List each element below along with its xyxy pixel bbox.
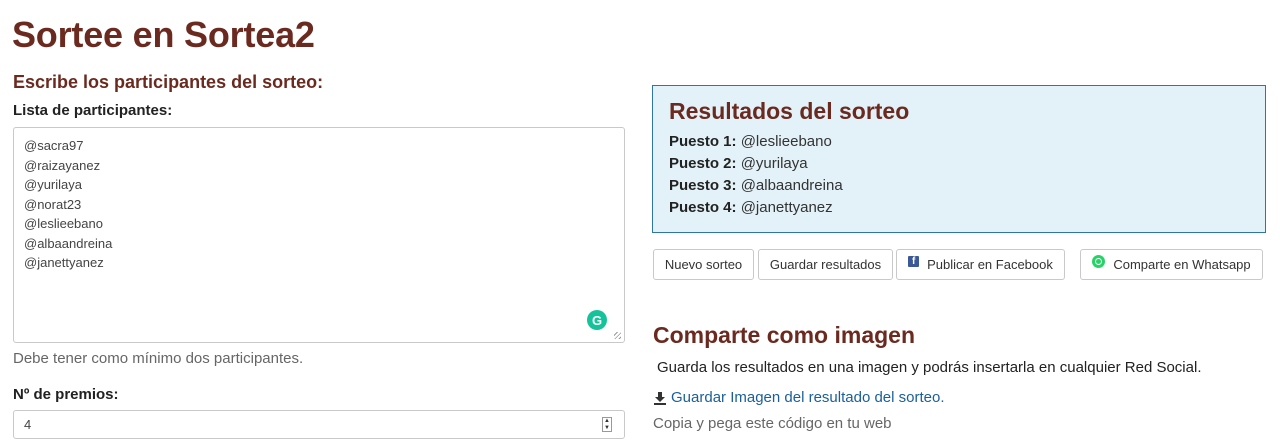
download-icon (654, 391, 666, 405)
result-position: Puesto 4: (669, 199, 737, 216)
facebook-share-label: Publicar en Facebook (927, 257, 1053, 272)
whatsapp-share-label: Comparte en Whatsapp (1113, 257, 1251, 272)
prizes-label: Nº de premios: (13, 386, 119, 403)
prizes-value: 4 (24, 417, 32, 432)
whatsapp-icon (1092, 255, 1106, 268)
participant-line: @norat23 (24, 196, 82, 212)
participant-line: @raizayanez (24, 157, 101, 173)
whatsapp-share-button[interactable]: Comparte en Whatsapp (1080, 249, 1263, 280)
result-row: Puesto 4: @janettyanez (669, 197, 1249, 219)
participants-textarea[interactable]: @sacra97 @raizayanez @yurilaya @norat23 … (13, 127, 625, 343)
results-title: Resultados del sorteo (669, 98, 910, 124)
section-subtitle: Escribe los participantes del sorteo: (13, 72, 324, 92)
result-row: Puesto 2: @yurilaya (669, 153, 1249, 175)
download-image-link[interactable]: Guardar Imagen del resultado del sorteo. (653, 389, 945, 406)
participant-line: @sacra97 (24, 138, 84, 153)
facebook-icon: f (908, 256, 920, 267)
participants-list: @sacra97 @raizayanez @yurilaya @norat23 … (14, 128, 624, 273)
share-description: Guarda los resultados en una imagen y po… (657, 359, 1202, 376)
download-image-label: Guardar Imagen del resultado del sorteo. (671, 389, 945, 406)
resize-handle[interactable] (614, 332, 621, 339)
facebook-share-button[interactable]: f Publicar en Facebook (896, 249, 1065, 280)
spinner-down-icon[interactable]: ▼ (604, 425, 610, 431)
page-title: Sortee en Sortea2 (12, 14, 315, 55)
number-spinner[interactable]: ▲ ▼ (602, 417, 612, 432)
participant-line: @albaandreina (24, 235, 113, 251)
result-winner: @leslieebano (740, 133, 832, 150)
result-winner: @janettyanez (740, 199, 833, 216)
share-title: Comparte como imagen (653, 322, 915, 348)
participant-line: @yurilaya (24, 177, 82, 192)
result-position: Puesto 3: (669, 177, 737, 194)
result-row: Puesto 1: @leslieebano (669, 131, 1249, 153)
save-results-button[interactable]: Guardar resultados (758, 249, 893, 280)
result-row: Puesto 3: @albaandreina (669, 175, 1249, 197)
result-position: Puesto 1: (669, 133, 737, 150)
participant-line: @leslieebano (24, 216, 103, 231)
participants-label: Lista de participantes: (13, 102, 173, 119)
participants-help-text: Debe tener como mínimo dos participantes… (13, 350, 304, 367)
spinner-up-icon[interactable]: ▲ (604, 418, 610, 424)
result-winner: @yurilaya (740, 155, 808, 172)
grammarly-icon[interactable]: G (587, 310, 607, 330)
result-position: Puesto 2: (669, 155, 737, 172)
page: Sortee en Sortea2 Escribe los participan… (0, 0, 1280, 446)
embed-code-text: Copia y pega este código en tu web (653, 415, 892, 432)
result-winner: @albaandreina (740, 177, 843, 194)
prizes-number-input[interactable]: 4 ▲ ▼ (13, 410, 625, 439)
results-panel: Resultados del sorteo Puesto 1: @lesliee… (652, 85, 1266, 233)
new-draw-button[interactable]: Nuevo sorteo (653, 249, 754, 280)
participant-line: @janettyanez (24, 255, 104, 270)
